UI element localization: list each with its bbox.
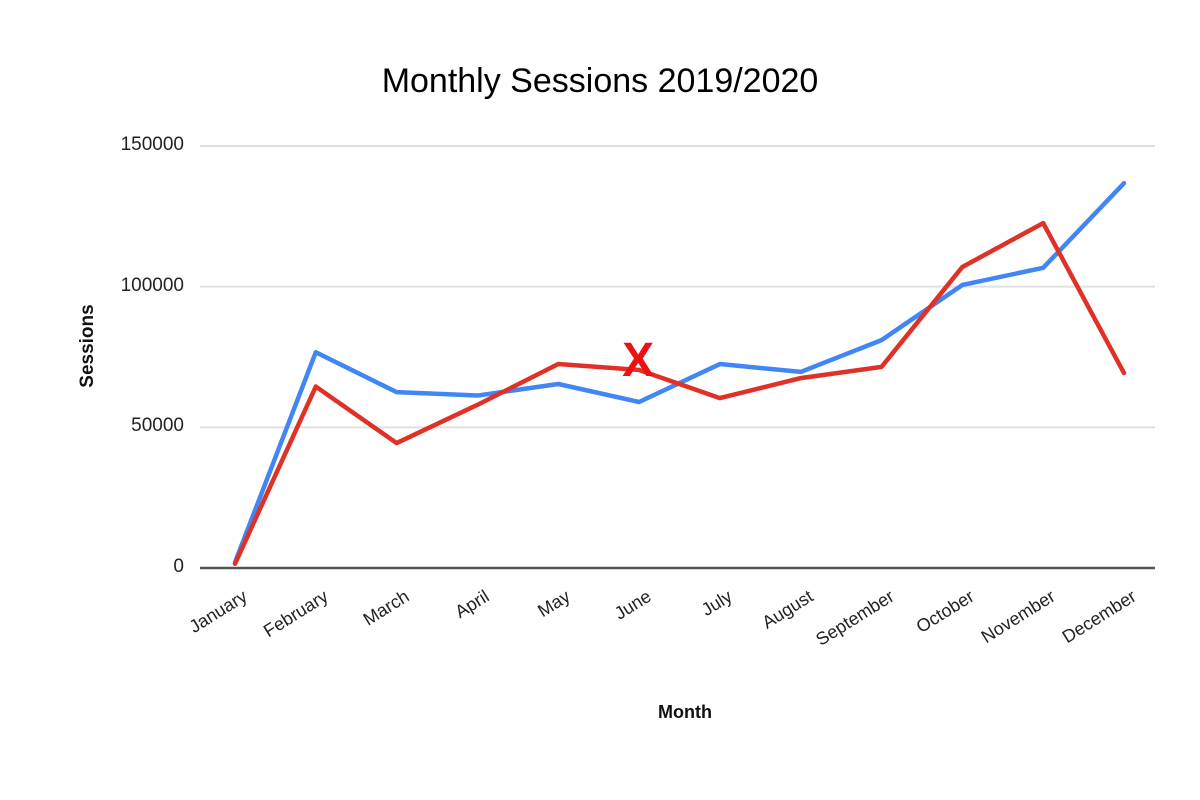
series-lines <box>232 180 1127 567</box>
y-tick-label: 50000 <box>131 415 184 437</box>
y-tick-label: 0 <box>173 556 184 577</box>
x-axis-title: Month <box>658 702 712 722</box>
y-tick-label: 150000 <box>120 134 184 155</box>
x-marker-annotation: X <box>622 334 655 388</box>
series-line-2019 <box>232 180 1127 565</box>
gridlines <box>200 145 1155 570</box>
line-chart: Monthly Sessions 2019/2020 0 50000 100000 1… <box>0 0 1200 800</box>
y-axis-title: Sessions <box>77 304 98 388</box>
series-line-2020 <box>232 220 1127 567</box>
